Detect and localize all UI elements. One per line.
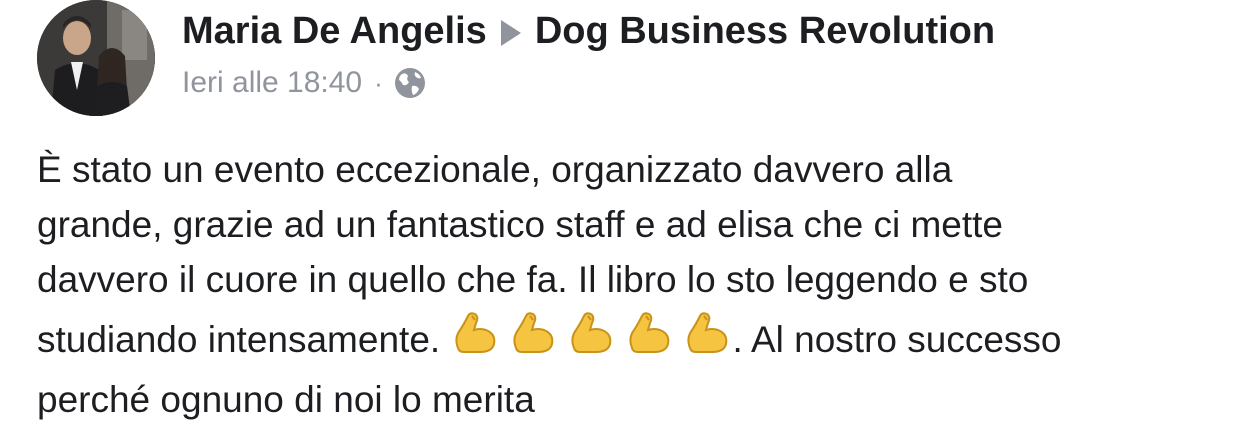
post-title-line: Maria De Angelis Dog Business Revolution (182, 8, 1222, 54)
timestamp[interactable]: Ieri alle 18:40 (182, 63, 362, 103)
post-text-line: È stato un evento eccezionale, organizza… (37, 149, 953, 190)
post-header: Maria De Angelis Dog Business Revolution … (182, 8, 1222, 103)
post-body: È stato un evento eccezionale, organizza… (37, 142, 1227, 427)
flexed-biceps-icon (566, 308, 616, 358)
post-meta: Ieri alle 18:40 · (182, 63, 1222, 103)
post-text-line: grande, grazie ad un fantastico staff e … (37, 204, 1004, 245)
avatar[interactable] (37, 0, 155, 116)
group-name[interactable]: Dog Business Revolution (535, 10, 995, 52)
flexed-biceps-icon (624, 308, 674, 358)
emoji-group (450, 308, 732, 378)
post-text-line: perché ognuno di noi lo merita (37, 379, 535, 420)
flexed-biceps-icon (450, 308, 500, 358)
right-arrow-icon (500, 20, 521, 46)
post-text-line: davvero il cuore in quello che fa. Il li… (37, 259, 1029, 300)
post-text-fragment: studiando intensamente. (37, 319, 451, 360)
flexed-biceps-icon (508, 308, 558, 358)
globe-icon[interactable] (393, 66, 427, 100)
author-name[interactable]: Maria De Angelis (182, 10, 487, 52)
meta-separator: · (374, 68, 383, 98)
flexed-biceps-icon (682, 308, 732, 358)
post-text-line: studiando intensamente. . Al nostro succ… (37, 307, 1227, 372)
post-text-fragment: . Al nostro successo (732, 319, 1062, 360)
